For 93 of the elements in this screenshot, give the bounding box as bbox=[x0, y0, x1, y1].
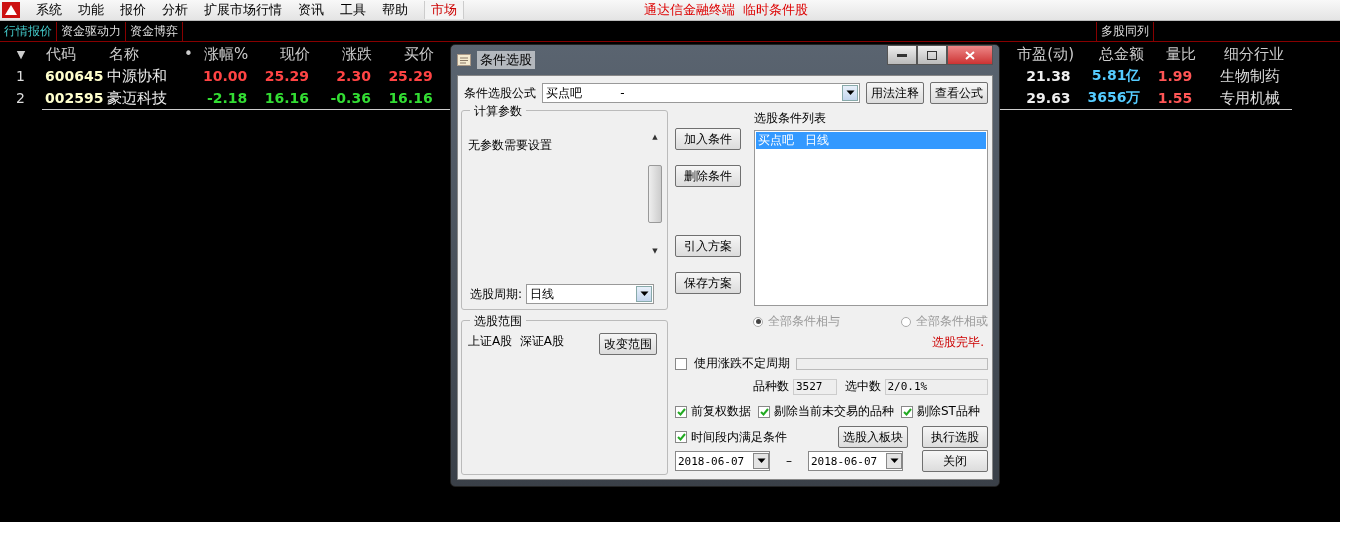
table-cell-text: 25.29 bbox=[263, 68, 310, 84]
checkbox[interactable] bbox=[901, 405, 913, 418]
menu-item[interactable]: 报价 bbox=[112, 1, 154, 19]
table-cell-text: -2.18 bbox=[205, 90, 248, 106]
menu-item[interactable]: 功能 bbox=[70, 1, 112, 19]
column-header[interactable]: 细分行业 bbox=[1196, 44, 1296, 64]
date-separator: – bbox=[786, 454, 792, 468]
sort-marker[interactable]: ▼ bbox=[0, 47, 42, 61]
filter-option[interactable]: 前复权数据 bbox=[675, 403, 751, 420]
app-title: 通达信金融终端 临时条件股 bbox=[644, 1, 809, 19]
table-cell-text: 002595 bbox=[43, 90, 105, 106]
table-cell-text: 中源协和 bbox=[105, 66, 168, 86]
formula-combobox[interactable]: 买点吧 - bbox=[542, 83, 860, 103]
maximize-icon[interactable] bbox=[927, 50, 937, 60]
menu-item[interactable]: 资讯 bbox=[290, 1, 332, 19]
count-field: 3527 bbox=[793, 378, 837, 395]
table-cell-text: 专用机械 bbox=[1219, 88, 1282, 108]
action-button[interactable]: 保存方案 bbox=[675, 272, 741, 294]
app-logo-icon[interactable] bbox=[2, 2, 20, 18]
checkbox[interactable] bbox=[675, 431, 687, 443]
column-header[interactable]: 涨跌 bbox=[310, 44, 372, 64]
formula-label: 条件选股公式 bbox=[464, 84, 536, 102]
selected-field: 2/0.1% bbox=[884, 378, 988, 395]
menu-item[interactable]: 扩展市场行情 bbox=[196, 1, 290, 19]
caret-icon bbox=[639, 291, 649, 297]
period-combobox[interactable]: 日线 bbox=[526, 284, 655, 304]
checkbox[interactable] bbox=[675, 405, 687, 418]
filter-option[interactable]: 剔除ST品种 bbox=[901, 403, 980, 420]
market-tab[interactable]: 市场 bbox=[424, 1, 464, 19]
scrollbar-thumb[interactable] bbox=[648, 165, 662, 223]
multi-stock-tab[interactable]: 多股同列 bbox=[1096, 21, 1154, 41]
action-button[interactable]: 引入方案 bbox=[675, 235, 741, 257]
table-cell-text: 生物制药 bbox=[1219, 66, 1282, 86]
table-cell-text: 16.16 bbox=[387, 90, 433, 106]
table-cell-text: 3656万 bbox=[1086, 89, 1141, 107]
menu-item[interactable]: 工具 bbox=[332, 1, 374, 19]
column-header[interactable]: 现价 bbox=[248, 44, 310, 64]
table-cell-text: 25.29 bbox=[387, 68, 433, 84]
row-number: 2 bbox=[15, 90, 26, 106]
group-title: 计算参数 bbox=[470, 103, 526, 120]
period-option[interactable]: 使用涨跌不定周期 bbox=[675, 355, 790, 372]
table-cell-text: -0.36 bbox=[329, 90, 371, 106]
period-label: 选股周期: bbox=[470, 285, 523, 303]
menu-item[interactable]: 分析 bbox=[154, 1, 196, 19]
column-header[interactable]: 名称 bbox=[105, 44, 178, 64]
checkbox[interactable] bbox=[675, 357, 687, 370]
filter-option[interactable]: 剔除当前未交易的品种 bbox=[758, 403, 894, 420]
table-cell-text: 2.30 bbox=[335, 68, 371, 84]
group-title: 选股范围 bbox=[470, 313, 526, 330]
change-range-button[interactable]: 改变范围 bbox=[599, 333, 657, 355]
dialog-title: 条件选股 bbox=[477, 51, 535, 69]
action-button[interactable]: 加入条件 bbox=[675, 128, 741, 150]
time-option[interactable]: 时间段内满足条件 bbox=[675, 428, 787, 446]
row-number: 1 bbox=[15, 68, 26, 84]
count-label: 品种数 bbox=[753, 378, 789, 395]
list-label: 选股条件列表 bbox=[754, 110, 827, 127]
params-text: 无参数需要设置 bbox=[468, 137, 553, 154]
minimize-icon[interactable] bbox=[897, 53, 907, 57]
table-cell-text: 1.99 bbox=[1156, 68, 1193, 84]
usage-button[interactable]: 用法注释 bbox=[866, 82, 924, 104]
run-button[interactable]: 执行选股 bbox=[922, 426, 988, 448]
caret-icon bbox=[889, 458, 899, 464]
menu-item[interactable]: 帮助 bbox=[374, 1, 416, 19]
add-to-block-button[interactable]: 选股入板块 bbox=[838, 426, 908, 448]
menu-item[interactable]: 系统 bbox=[28, 1, 70, 19]
table-cell-text: 1.55 bbox=[1156, 90, 1193, 106]
view-formula-button[interactable]: 查看公式 bbox=[930, 82, 988, 104]
range-text: 上证A股 深证A股 bbox=[468, 333, 565, 350]
column-header[interactable]: 代码 bbox=[42, 44, 105, 64]
table-cell-text: 豪迈科技 bbox=[105, 88, 168, 108]
checkbox[interactable] bbox=[758, 405, 770, 418]
table-cell-text: 10.00 bbox=[202, 68, 248, 84]
caret-icon bbox=[756, 458, 766, 464]
column-header[interactable]: 买价 bbox=[372, 44, 434, 64]
status-text: 选股完毕. bbox=[932, 334, 984, 351]
table-cell-text: 600645 bbox=[43, 68, 105, 84]
column-header[interactable]: 市盈(动) bbox=[1004, 44, 1074, 64]
action-button[interactable]: 删除条件 bbox=[675, 165, 741, 187]
close-dialog-button[interactable]: 关闭 bbox=[922, 450, 988, 472]
column-header[interactable]: • bbox=[178, 45, 198, 63]
table-cell-text: 29.63 bbox=[1025, 90, 1071, 106]
start-date-field[interactable]: 2018-06-07 bbox=[675, 451, 770, 471]
column-header[interactable]: 量比 bbox=[1144, 44, 1196, 64]
caret-icon bbox=[845, 90, 855, 96]
selected-label: 选中数 bbox=[844, 378, 881, 395]
table-cell-text: 5.81亿 bbox=[1090, 67, 1141, 85]
table-cell-text: 21.38 bbox=[1025, 68, 1071, 84]
end-date-field[interactable]: 2018-06-07 bbox=[808, 451, 903, 471]
column-header[interactable]: 总金额 bbox=[1074, 44, 1144, 64]
document-icon bbox=[457, 54, 471, 66]
close-icon[interactable] bbox=[965, 50, 975, 60]
column-header[interactable]: 涨幅% bbox=[198, 44, 248, 64]
table-cell-text: 16.16 bbox=[263, 90, 310, 106]
